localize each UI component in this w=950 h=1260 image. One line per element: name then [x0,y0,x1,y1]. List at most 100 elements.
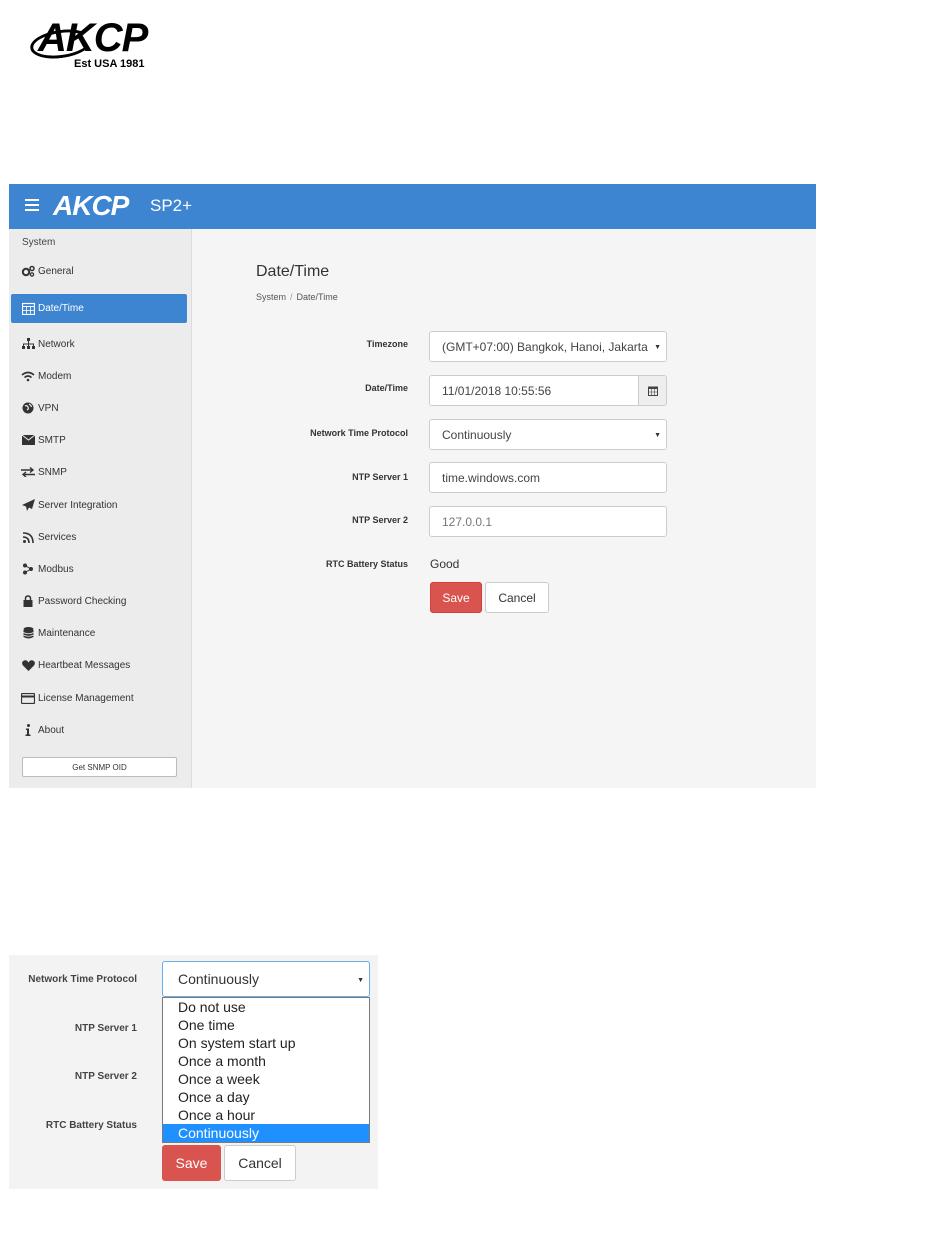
datetime-page-screenshot: AKCP SP2+ System General Date/Time Netwo… [9,184,816,788]
ntp-option-do-not-use[interactable]: Do not use [163,998,369,1016]
sidebar-item-server-integration[interactable]: Server Integration [11,491,187,519]
sidebar-item-label: VPN [38,402,59,414]
breadcrumb: System / Date/Time [256,292,338,302]
save-button[interactable]: Save [162,1145,221,1181]
timezone-label: Timezone [366,339,408,349]
cancel-button[interactable]: Cancel [224,1145,296,1181]
paper-plane-icon [21,498,35,512]
ntp-server-2-input[interactable]: 127.0.0.1 [429,506,667,537]
sidebar-item-label: Heartbeat Messages [38,659,131,671]
sidebar-item-snmp[interactable]: SNMP [11,458,187,486]
sidebar-item-label: Modbus [38,563,74,575]
calendar-picker-button[interactable] [638,376,666,405]
ntp-option-on-system-start-up[interactable]: On system start up [163,1034,369,1052]
top-navbar: AKCP SP2+ [9,184,816,229]
info-icon [21,723,35,737]
ntp-select[interactable]: Continuously ▼ [429,419,667,450]
rss-icon [21,530,35,544]
sidebar-heading: System [22,237,56,248]
sidebar-item-label: About [38,724,65,736]
sitemap-icon [21,337,35,351]
sidebar-item-label: Maintenance [38,627,96,639]
akcp-document-logo: AKCP Est USA 1981 [28,16,184,72]
breadcrumb-system-link[interactable]: System [256,292,286,302]
breadcrumb-current: Date/Time [296,292,338,302]
rtc-battery-status: Good [430,557,460,571]
sidebar-item-label: SNMP [38,466,67,478]
sidebar-item-heartbeat-messages[interactable]: Heartbeat Messages [11,651,187,679]
main-content: Date/Time System / Date/Time Timezone (GMT… [192,229,816,788]
envelope-icon [21,433,35,447]
rtc-battery-label: RTC Battery Status [45,1120,137,1131]
ntp-select-open[interactable]: Continuously ▼ [162,961,370,997]
ntp-option-once-a-day[interactable]: Once a day [163,1088,369,1106]
page-title: Date/Time [256,263,330,280]
sidebar-item-modem[interactable]: Modem [11,362,187,390]
timezone-value: (GMT+07:00) Bangkok, Hanoi, Jakarta [442,339,648,354]
sidebar-item-label: Network [38,338,75,350]
ntp-option-once-a-hour[interactable]: Once a hour [163,1106,369,1124]
sidebar-item-vpn[interactable]: VPN [11,394,187,422]
sidebar-item-label: Modem [38,370,72,382]
sidebar-item-license-management[interactable]: License Management [11,684,187,712]
timezone-select[interactable]: (GMT+07:00) Bangkok, Hanoi, Jakarta ▼ [429,331,667,362]
lock-icon [21,594,35,608]
sidebar-item-about[interactable]: About [11,716,187,744]
sidebar-item-label: Services [38,531,77,543]
chevron-down-icon: ▼ [357,977,364,984]
ntp-option-one-time[interactable]: One time [163,1016,369,1034]
datetime-input[interactable]: 11/01/2018 10:55:56 [429,375,667,406]
ntp-selected-value: Continuously [178,971,259,987]
datetime-label: Date/Time [365,383,408,393]
cancel-button[interactable]: Cancel [485,582,549,613]
sidebar-item-services[interactable]: Services [11,523,187,551]
breadcrumb-separator: / [290,292,293,302]
sidebar-item-label: Server Integration [38,499,118,511]
product-name: SP2+ [150,196,193,215]
save-button[interactable]: Save [430,582,482,613]
sidebar-item-network[interactable]: Network [11,330,187,358]
heart-icon [21,658,35,672]
modbus-icon [21,562,35,576]
ntp-server-1-label: NTP Server 1 [352,472,408,482]
ntp-server-1-label: NTP Server 1 [74,1023,137,1034]
ntp-server-1-input[interactable]: time.windows.com [429,462,667,493]
ntp-server-2-label: NTP Server 2 [74,1071,137,1082]
ntp-server-2-label: NTP Server 2 [352,515,408,525]
ntp-option-continuously[interactable]: Continuously [163,1124,369,1142]
ntp-server-1-value: time.windows.com [442,470,541,485]
hamburger-menu-icon[interactable] [25,199,39,211]
sidebar: System General Date/Time Network Modem V… [9,229,192,788]
datetime-value: 11/01/2018 10:55:56 [442,383,552,398]
sidebar-item-maintenance[interactable]: Maintenance [11,619,187,647]
globe-icon [21,401,35,415]
exchange-icon [21,465,35,479]
ntp-label: Network Time Protocol [28,974,137,985]
chevron-down-icon: ▼ [654,432,661,439]
sidebar-item-datetime[interactable]: Date/Time [11,294,187,323]
rtc-battery-label: RTC Battery Status [325,559,408,569]
chevron-down-icon: ▼ [654,344,661,351]
sidebar-item-general[interactable]: General [11,257,187,285]
credit-card-icon [21,691,35,705]
sidebar-item-label: License Management [38,692,134,704]
brand-logo[interactable]: AKCP [53,190,129,222]
wifi-icon [21,369,35,383]
ntp-label: Network Time Protocol [310,428,408,438]
logo-tagline: Est USA 1981 [74,58,145,70]
calendar-icon [647,386,658,396]
ntp-server-2-value: 127.0.0.1 [442,514,493,529]
logo-wordmark: AKCP [38,16,148,60]
sidebar-item-modbus[interactable]: Modbus [11,555,187,583]
ntp-value: Continuously [442,427,512,442]
sidebar-item-password-checking[interactable]: Password Checking [11,587,187,615]
ntp-option-once-a-week[interactable]: Once a week [163,1070,369,1088]
ntp-option-once-a-month[interactable]: Once a month [163,1052,369,1070]
sidebar-item-smtp[interactable]: SMTP [11,426,187,454]
ntp-dropdown-screenshot: Network Time Protocol NTP Server 1 NTP S… [9,955,378,1189]
get-snmp-oid-button[interactable]: Get SNMP OID [22,757,177,777]
sidebar-item-label: Password Checking [38,595,127,607]
sidebar-item-label: SMTP [38,434,66,446]
calendar-icon [21,302,35,316]
database-icon [21,626,35,640]
